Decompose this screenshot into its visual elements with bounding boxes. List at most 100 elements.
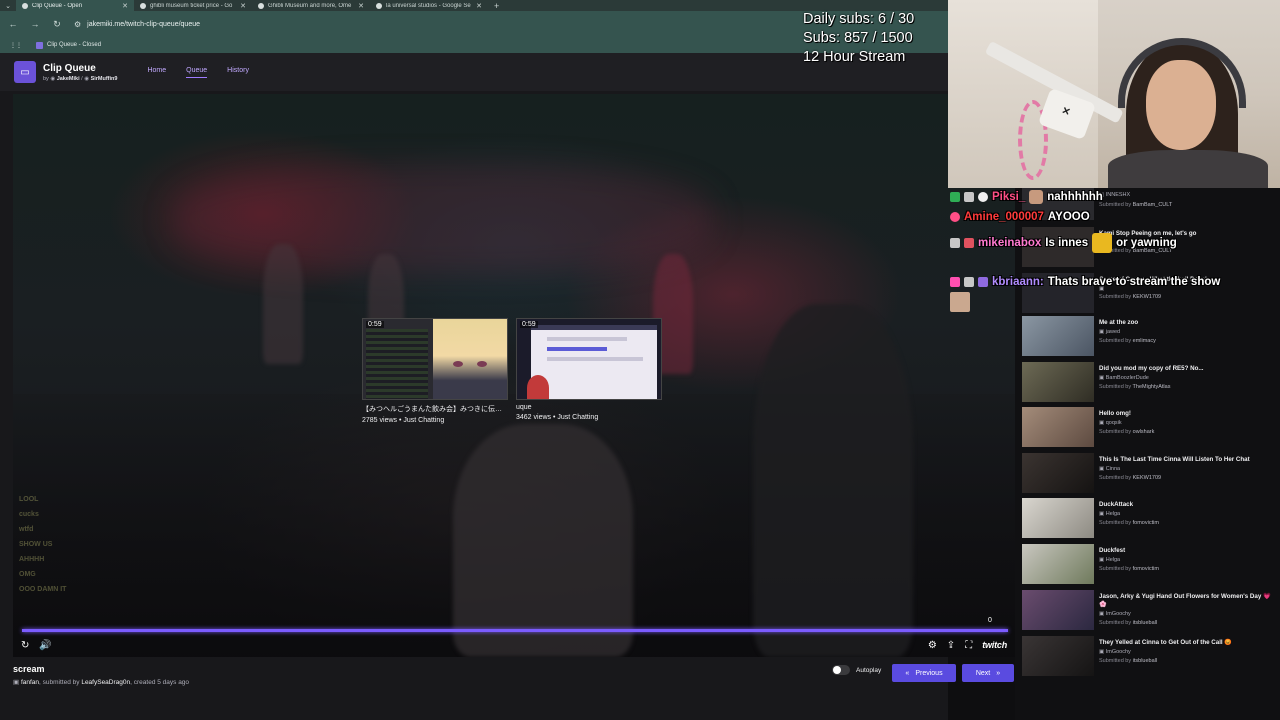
queue-thumbnail xyxy=(1022,407,1094,447)
chat-text: or yawning xyxy=(1116,237,1177,249)
queue-submitter: Submitted by itsblueball xyxy=(1099,620,1158,626)
queue-submitter: Submitted by TheMightyAtlas xyxy=(1099,384,1171,390)
app-brand: Clip Queue by ◉ JakeMiki / ◉ SirMuffin9 xyxy=(43,63,117,82)
video-progress-bar[interactable] xyxy=(22,629,1008,632)
thumb-block xyxy=(547,357,643,361)
github-icon: ◉ xyxy=(84,75,90,82)
tab-close-icon[interactable]: ✕ xyxy=(358,2,364,10)
queue-title: Hello omg! xyxy=(1099,410,1131,417)
recommended-clips: 0:59 【みつヘルごうまんた飲み会】みつきに伝統… 2785 views • … xyxy=(362,318,662,424)
clip-meta: ▣ fanfan, submitted by LeafySeaDrag0n, c… xyxy=(13,679,190,686)
thumb-avatar xyxy=(433,319,507,399)
recommended-clip[interactable]: 0:59 uque 3462 views • Just Chatting xyxy=(516,318,662,424)
channel-icon: ▣ xyxy=(13,679,21,686)
rec-thumbnail[interactable]: 0:59 xyxy=(516,318,662,400)
settings-gear-icon[interactable]: ⚙ xyxy=(928,640,937,651)
autoplay-control[interactable]: Autoplay xyxy=(832,665,881,675)
queue-creator: ▣ BamBoozlerDude xyxy=(1099,375,1149,381)
author-link[interactable]: SirMuffin9 xyxy=(91,76,118,82)
next-button[interactable]: Next » xyxy=(962,664,1014,682)
url-text: jakemiki.me/twitch-clip-queue/queue xyxy=(87,20,201,28)
yawn-emote xyxy=(1092,233,1113,253)
ghost-chat-line: AHHHH xyxy=(19,556,45,563)
tab-close-icon[interactable]: ✕ xyxy=(476,2,482,10)
clip-share-icon[interactable]: ⇪ xyxy=(947,640,955,651)
chat-emote xyxy=(1029,190,1044,204)
chat-message: mikeinabox Is innes or yawning xyxy=(950,233,1177,253)
heart-badge-icon xyxy=(950,212,960,222)
rec-title[interactable]: 【みつヘルごうまんた飲み会】みつきに伝統… xyxy=(362,404,508,414)
previous-label: Previous xyxy=(915,669,943,677)
chat-message: Piksi_ nahhhhhh xyxy=(950,190,1103,204)
twitch-logo[interactable]: twitch xyxy=(982,640,1007,650)
nav-history[interactable]: History xyxy=(227,67,249,78)
queue-creator: ▣ Cinna xyxy=(1099,466,1121,472)
volume-icon[interactable]: 🔊 xyxy=(39,640,51,651)
subs-goal: Subs: 857 / 1500 xyxy=(803,30,913,46)
tab-favicon-icon xyxy=(258,2,264,9)
ghost-chat-line: wtfd xyxy=(19,526,34,533)
sword-badge-icon xyxy=(964,192,974,202)
browser-tab-0[interactable]: Clip Queue - Open ✕ xyxy=(16,0,134,11)
queue-item[interactable]: Duckfest ▣ Helga Submitted by fomovictim xyxy=(1015,544,1280,588)
tab-list-menu-icon[interactable]: ⌄ xyxy=(0,2,16,10)
queue-submitter: Submitted by emlimacy xyxy=(1099,338,1156,344)
thumb-block xyxy=(547,347,607,351)
site-settings-icon[interactable]: ⚙ xyxy=(74,20,81,29)
autoplay-toggle[interactable] xyxy=(832,665,850,675)
bookmark-item[interactable]: Clip Queue - Closed xyxy=(36,41,102,49)
queue-creator: ▣ jawed xyxy=(1099,329,1121,335)
queue-item[interactable]: They Yelled at Cinna to Get Out of the C… xyxy=(1015,636,1280,680)
queue-item[interactable]: Me at the zoo ▣ jawed Submitted by emlim… xyxy=(1015,316,1280,360)
queue-thumbnail xyxy=(1022,590,1094,630)
clip-created: created 5 days ago xyxy=(133,679,190,686)
queue-item[interactable]: Did you mod my copy of RE5? No... ▣ BamB… xyxy=(1015,362,1280,406)
tab-label: ghibli museum ticket price - Go xyxy=(150,2,233,9)
clip-queue-logo-icon[interactable]: ▭ xyxy=(14,61,36,83)
autoplay-label: Autoplay xyxy=(856,666,882,674)
queue-title: Did you mod my copy of RE5? No... xyxy=(1099,365,1204,372)
rec-duration: 0:59 xyxy=(520,321,538,328)
back-icon[interactable]: ← xyxy=(8,19,18,29)
clip-submitter[interactable]: LeafySeaDrag0n xyxy=(81,679,130,686)
fullscreen-icon[interactable]: ⛶ xyxy=(965,640,972,651)
url-field[interactable]: ⚙ jakemiki.me/twitch-clip-queue/queue xyxy=(74,20,200,29)
queue-item[interactable]: This Is The Last Time Cinna Will Listen … xyxy=(1015,453,1280,497)
double-chevron-right-icon: » xyxy=(996,669,1001,677)
nav-home[interactable]: Home xyxy=(147,67,166,78)
thumb-eye xyxy=(477,361,487,367)
previous-button[interactable]: « Previous xyxy=(892,664,956,682)
tab-favicon-icon xyxy=(140,2,146,9)
browser-tab-3[interactable]: la universal studios - Google Se ✕ xyxy=(370,0,488,11)
browser-tab-1[interactable]: ghibli museum ticket price - Go ✕ xyxy=(134,0,252,11)
queue-submitter: Submitted by owlshark xyxy=(1099,429,1155,435)
queue-item[interactable]: Jason, Arky & Yugi Hand Out Flowers for … xyxy=(1015,590,1280,634)
bookmark-label: Clip Queue - Closed xyxy=(47,42,102,48)
thumb-person xyxy=(527,375,549,399)
queue-creator: ▣ ImGoochy xyxy=(1099,611,1131,617)
new-tab-button[interactable]: + xyxy=(488,1,505,11)
recommended-clip[interactable]: 0:59 【みつヘルごうまんた飲み会】みつきに伝統… 2785 views • … xyxy=(362,318,508,424)
chat-username: kbriaann: xyxy=(992,276,1044,288)
clip-channel[interactable]: fanfan xyxy=(21,679,39,686)
queue-thumbnail xyxy=(1022,453,1094,493)
rec-thumbnail[interactable]: 0:59 xyxy=(362,318,508,400)
queue-item[interactable]: DuckAttack ▣ Helga Submitted by fomovict… xyxy=(1015,498,1280,542)
tab-close-icon[interactable]: ✕ xyxy=(122,2,128,10)
rec-title[interactable]: uque xyxy=(516,404,662,411)
submitted-by-label: submitted by xyxy=(42,679,80,686)
author-link[interactable]: JakeMiki xyxy=(57,76,80,82)
rec-meta: 3462 views • Just Chatting xyxy=(516,414,599,421)
apps-grid-icon[interactable]: ⋮⋮ xyxy=(10,42,22,49)
browser-tab-2[interactable]: Ghibli Museum and more, Ome ✕ xyxy=(252,0,370,11)
sub-badge-icon xyxy=(978,277,988,287)
reload-icon[interactable]: ↻ xyxy=(52,19,62,30)
nav-queue[interactable]: Queue xyxy=(186,67,208,78)
replay-icon[interactable]: ↻ xyxy=(21,640,29,651)
queue-title: Duckfest xyxy=(1099,547,1126,554)
stream-length: 12 Hour Stream xyxy=(803,49,906,65)
queue-item[interactable]: Hello omg! ▣ qoqsik Submitted by owlshar… xyxy=(1015,407,1280,451)
forward-icon[interactable]: → xyxy=(30,19,40,29)
queue-title: Jason, Arky & Yugi Hand Out Flowers for … xyxy=(1099,593,1271,608)
tab-close-icon[interactable]: ✕ xyxy=(240,2,246,10)
